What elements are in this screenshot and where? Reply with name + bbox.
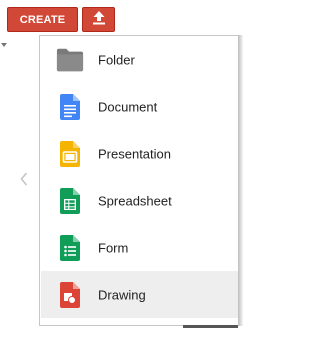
create-button-label: CREATE — [19, 13, 66, 26]
menu-item-document[interactable]: Document — [41, 83, 238, 130]
spreadsheet-icon — [56, 187, 84, 215]
menu-item-presentation[interactable]: Presentation — [41, 130, 238, 177]
menu-item-label: Spreadsheet — [98, 193, 172, 208]
toolbar: CREATE — [0, 0, 243, 36]
drawing-icon — [56, 281, 84, 309]
create-menu: Folder Document Presentation Spreadsheet… — [39, 35, 238, 326]
document-icon — [56, 93, 84, 121]
menu-item-label: Folder — [98, 52, 135, 67]
chevron-left-icon[interactable] — [20, 172, 28, 191]
presentation-icon — [56, 140, 84, 168]
caret-down-icon — [1, 43, 7, 47]
create-button[interactable]: CREATE — [7, 7, 78, 32]
menu-item-folder[interactable]: Folder — [41, 36, 238, 83]
menu-edge-shadow — [238, 35, 243, 326]
upload-button[interactable] — [82, 7, 115, 32]
menu-item-drawing[interactable]: Drawing — [41, 271, 238, 318]
scroll-indicator[interactable] — [183, 325, 238, 328]
menu-item-label: Drawing — [98, 287, 146, 302]
upload-icon — [92, 10, 106, 30]
form-icon — [56, 234, 84, 262]
menu-item-label: Document — [98, 99, 158, 114]
folder-icon — [56, 46, 84, 74]
menu-item-form[interactable]: Form — [41, 224, 238, 271]
menu-item-spreadsheet[interactable]: Spreadsheet — [41, 177, 238, 224]
menu-item-label: Form — [98, 240, 129, 255]
menu-item-label: Presentation — [98, 146, 171, 161]
